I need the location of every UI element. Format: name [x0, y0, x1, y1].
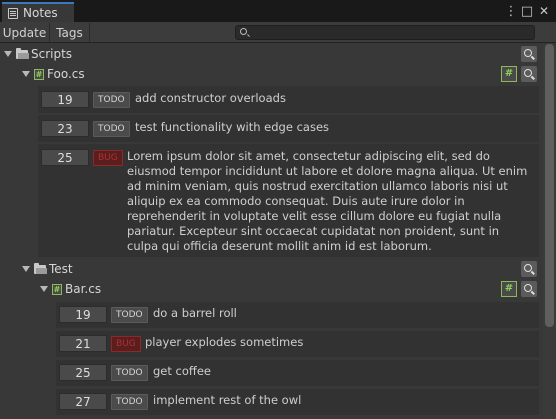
csharp-script-icon: #	[34, 68, 44, 80]
scrollbar-thumb[interactable]	[545, 44, 554, 327]
open-script-foo-icon[interactable]: #	[501, 66, 517, 82]
line-number[interactable]: 19	[41, 91, 89, 108]
csharp-script-icon: #	[52, 283, 62, 295]
expand-arrow-icon[interactable]	[22, 266, 30, 272]
notes-window-icon	[8, 7, 18, 19]
reveal-file-bar-icon[interactable]	[521, 281, 537, 297]
expand-arrow-icon[interactable]	[4, 51, 12, 57]
note-item[interactable]: 23 TODO test functionality with edge cas…	[38, 115, 539, 142]
tag-badge: TODO	[111, 307, 148, 323]
tab-notes[interactable]: Notes	[2, 2, 74, 22]
note-text: player explodes sometimes	[145, 335, 304, 349]
tab-title: Notes	[23, 6, 58, 20]
search-field[interactable]	[235, 25, 535, 40]
tree-file-foo[interactable]: # Foo.cs	[22, 65, 85, 83]
note-item[interactable]: 25 BUG Lorem ipsum dolor sit amet, conse…	[38, 144, 539, 257]
search-icon	[240, 28, 247, 35]
folder-open-icon	[34, 262, 47, 274]
note-text: add constructor overloads	[135, 91, 286, 105]
folder-label: Test	[49, 262, 73, 276]
note-item[interactable]: 19 TODO do a barrel roll	[56, 302, 539, 328]
note-text: do a barrel roll	[153, 306, 237, 320]
folder-label: Scripts	[31, 47, 73, 61]
search-input[interactable]	[250, 26, 532, 39]
tag-badge: TODO	[111, 365, 148, 381]
tree-folder-scripts[interactable]: Scripts	[4, 45, 72, 63]
tree-folder-test[interactable]: Test	[22, 260, 73, 278]
title-bar: Notes ⋮ □ ✕	[0, 0, 556, 22]
maximize-icon[interactable]: □	[521, 4, 533, 19]
close-icon[interactable]: ✕	[538, 4, 550, 18]
line-number[interactable]: 27	[59, 393, 107, 410]
window-menu-icon[interactable]: ⋮	[505, 4, 518, 19]
reveal-file-foo-icon[interactable]	[521, 66, 537, 82]
note-text: get coffee	[153, 364, 211, 378]
note-item[interactable]: 19 TODO add constructor overloads	[38, 86, 539, 113]
note-text: Lorem ipsum dolor sit amet, consectetur …	[127, 149, 528, 253]
line-number[interactable]: 25	[59, 364, 107, 381]
folder-open-icon	[16, 47, 29, 59]
tag-badge: TODO	[93, 92, 130, 108]
file-label: Bar.cs	[65, 282, 102, 296]
tag-badge: TODO	[93, 121, 130, 137]
file-label: Foo.cs	[47, 67, 85, 81]
note-text: test functionality with edge cases	[135, 120, 330, 134]
note-item[interactable]: 25 TODO get coffee	[56, 360, 539, 386]
tag-badge: BUG	[93, 150, 123, 166]
note-item[interactable]: 21 BUG player explodes sometimes	[56, 331, 539, 357]
update-button[interactable]: Update	[0, 23, 50, 42]
tag-badge: TODO	[111, 394, 148, 410]
note-item[interactable]: 27 TODO implement rest of the owl	[56, 389, 539, 415]
reveal-folder-scripts-icon[interactable]	[521, 46, 537, 62]
line-number[interactable]: 19	[59, 306, 107, 323]
toolbar: Update Tags	[0, 22, 556, 43]
open-script-bar-icon[interactable]: #	[501, 281, 517, 297]
tag-badge: BUG	[111, 336, 141, 352]
expand-arrow-icon[interactable]	[40, 286, 48, 292]
line-number[interactable]: 23	[41, 120, 89, 137]
line-number[interactable]: 21	[59, 335, 107, 352]
reveal-folder-test-icon[interactable]	[521, 261, 537, 277]
expand-arrow-icon[interactable]	[22, 71, 30, 77]
tree-file-bar[interactable]: # Bar.cs	[40, 280, 101, 298]
line-number[interactable]: 25	[41, 149, 89, 166]
note-text: implement rest of the owl	[153, 393, 302, 407]
tags-button[interactable]: Tags	[50, 23, 90, 42]
